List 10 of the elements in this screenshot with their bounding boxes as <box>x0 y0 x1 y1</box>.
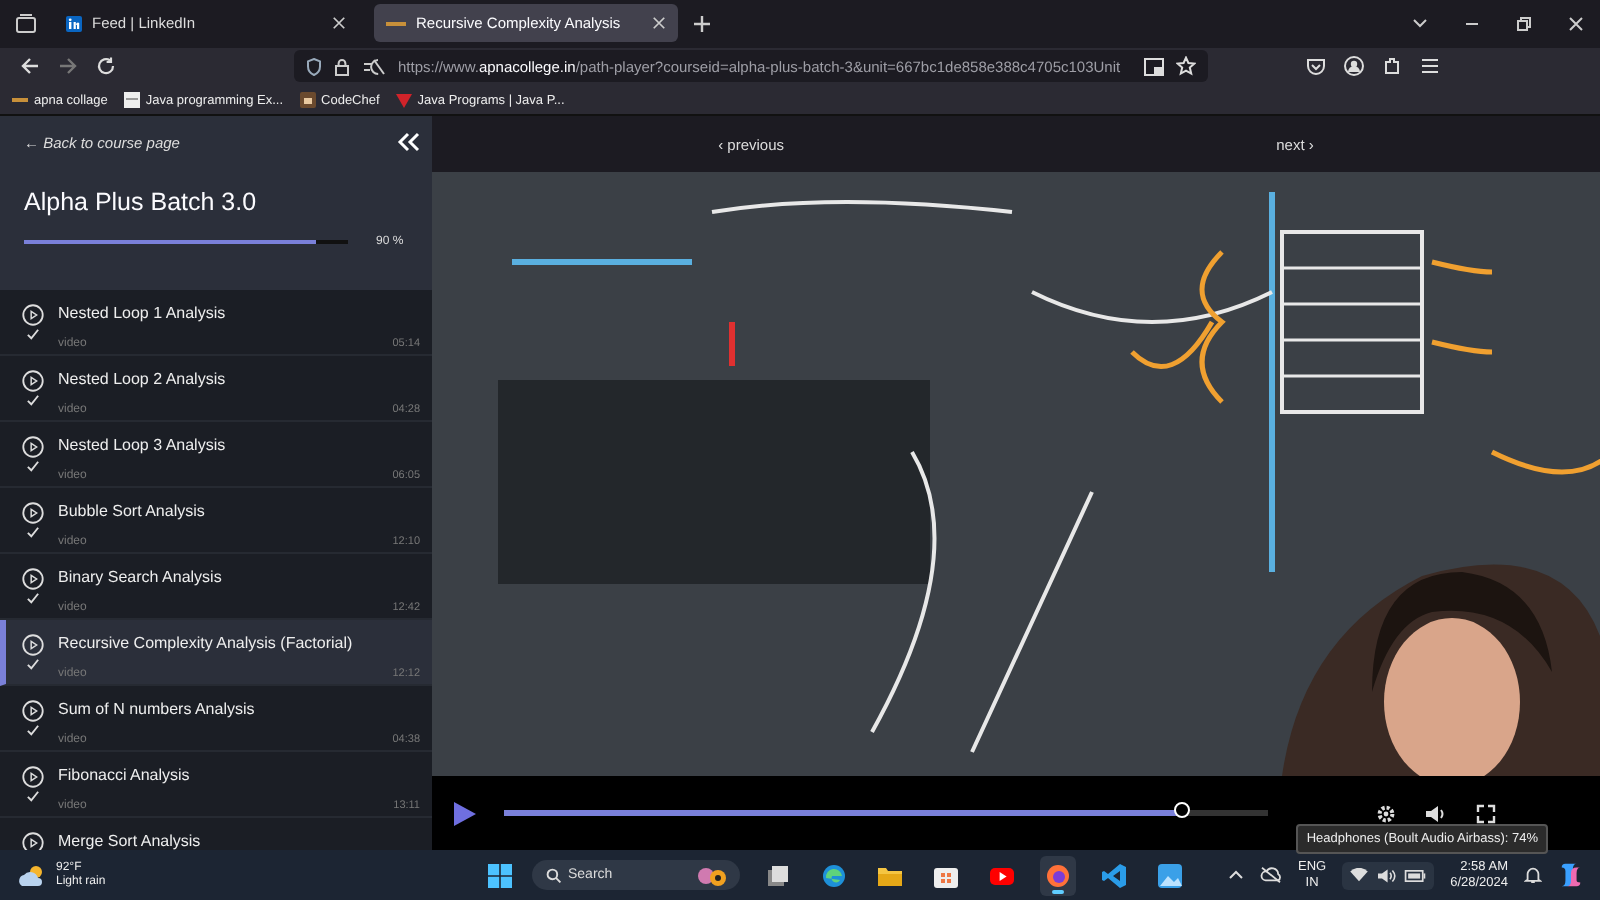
lesson-title: Recursive Complexity Analysis (Factorial) <box>58 634 355 652</box>
lesson-title: Fibonacci Analysis <box>58 766 192 784</box>
lesson-title: Nested Loop 3 Analysis <box>58 436 228 454</box>
course-title: Alpha Plus Batch 3.0 <box>24 188 259 216</box>
lesson-title: Bubble Sort Analysis <box>58 502 207 520</box>
lesson-title: Nested Loop 2 Analysis <box>58 370 228 388</box>
lesson-title: Merge Sort Analysis <box>58 832 203 850</box>
lesson-title: Nested Loop 1 Analysis <box>58 304 228 322</box>
lesson-title: Binary Search Analysis <box>58 568 224 586</box>
lesson-title: Sum of N numbers Analysis <box>58 700 257 718</box>
